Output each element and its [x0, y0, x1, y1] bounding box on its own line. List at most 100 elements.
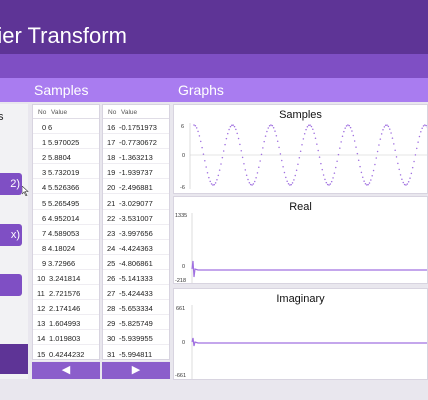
sample-point: [312, 128, 314, 130]
sample-point: [356, 152, 359, 155]
sample-point: [209, 180, 211, 183]
sample-point: [205, 166, 207, 168]
sample-point: [289, 184, 291, 186]
function-button-3[interactable]: [0, 274, 22, 296]
sample-point: [231, 124, 233, 126]
row-value: 1.019803: [49, 334, 81, 344]
sample-point: [314, 137, 317, 140]
row-number: 18: [107, 153, 116, 163]
table-row: 24 -4.424363: [103, 240, 169, 255]
sample-point: [399, 174, 402, 176]
function-button-2[interactable]: x): [0, 224, 22, 246]
sample-point: [271, 124, 274, 127]
row-value: 2.174146: [49, 304, 81, 314]
row-number: 12: [37, 304, 46, 314]
row-value: 2.721576: [49, 289, 81, 299]
compute-button[interactable]: [0, 344, 28, 374]
row-number: 23: [107, 228, 116, 238]
table-header: No Value: [33, 105, 99, 119]
sample-point: [340, 141, 342, 143]
function-button-1[interactable]: 2): [0, 173, 22, 195]
sample-point: [274, 130, 276, 132]
sample-point: [262, 147, 264, 149]
mouse-cursor-icon: [22, 186, 29, 196]
sample-point: [362, 176, 364, 179]
row-number: 21: [107, 198, 116, 208]
sample-point: [378, 144, 380, 146]
sample-point: [254, 180, 256, 183]
sample-point: [321, 168, 323, 171]
table-row: 12 2.174146: [33, 300, 99, 316]
sample-point: [244, 169, 247, 171]
sample-point: [291, 182, 294, 184]
sample-point: [264, 135, 267, 137]
sample-point: [329, 183, 332, 185]
sample-point: [368, 182, 371, 184]
sample-point: [232, 124, 234, 126]
sample-point: [351, 130, 353, 132]
row-value: 6: [48, 123, 53, 132]
table-row: 18 -1.363213: [103, 149, 169, 165]
table-row: 11 2.721576: [33, 285, 99, 301]
real-series-line: [191, 260, 427, 278]
sample-point: [382, 129, 384, 131]
sample-point: [216, 178, 218, 181]
row-number: 6: [42, 213, 47, 223]
row-number: 27: [107, 289, 116, 299]
sample-point: [210, 183, 213, 185]
row-value: 5.526366: [48, 183, 80, 193]
sample-point: [420, 131, 422, 133]
sample-point: [345, 125, 348, 127]
sample-point: [220, 163, 222, 165]
row-value: 3.72966: [48, 258, 76, 268]
sample-point: [316, 143, 318, 145]
sample-point: [225, 137, 228, 140]
row-number: 20: [107, 183, 116, 193]
row-number: 28: [107, 304, 116, 314]
table-row: 30 -5.939955: [103, 330, 169, 346]
arrow-left-icon: ◀: [61, 364, 71, 376]
sample-point: [422, 125, 425, 127]
sample-point: [301, 144, 303, 146]
y-max-label: 1335: [175, 213, 187, 219]
table-row: 9 3.72966: [33, 255, 99, 270]
samples-section-title: Samples: [34, 82, 89, 98]
row-value: -0.7730672: [119, 138, 157, 148]
sample-point: [306, 125, 309, 128]
sample-point: [194, 124, 197, 127]
sample-point: [224, 143, 226, 146]
table-row: 28 -5.653334: [103, 300, 169, 316]
sample-point: [376, 150, 379, 153]
sample-point: [367, 183, 369, 186]
sample-point: [248, 181, 251, 184]
sample-point: [421, 127, 423, 129]
row-value: 4.589053: [48, 228, 80, 238]
prev-page-button[interactable]: ◀: [32, 362, 100, 379]
sample-point: [341, 135, 344, 138]
sample-point: [222, 150, 225, 152]
sample-point: [290, 183, 292, 186]
row-number: 1: [42, 138, 47, 148]
column-value-header: Value: [51, 109, 68, 116]
sample-point: [218, 169, 221, 171]
sample-point: [409, 177, 411, 179]
sample-point: [263, 140, 265, 143]
sample-point: [298, 157, 301, 159]
column-no-header: No: [38, 109, 47, 116]
row-value: -3.997656: [119, 228, 153, 238]
samples-graph: Samples 6 0 -6: [173, 104, 428, 194]
sample-point: [403, 183, 406, 186]
table-row: 06: [33, 119, 99, 134]
sample-point: [390, 132, 392, 134]
sample-point: [374, 163, 376, 166]
sample-point: [212, 184, 214, 186]
sample-point: [375, 157, 377, 159]
row-value: -5.141333: [119, 274, 153, 283]
next-page-button[interactable]: ▶: [102, 362, 170, 379]
sample-point: [282, 166, 284, 168]
row-number: 4: [42, 183, 47, 193]
sample-point: [366, 184, 368, 186]
sample-point: [397, 162, 399, 165]
sample-point: [252, 183, 255, 185]
sample-point: [294, 174, 296, 177]
